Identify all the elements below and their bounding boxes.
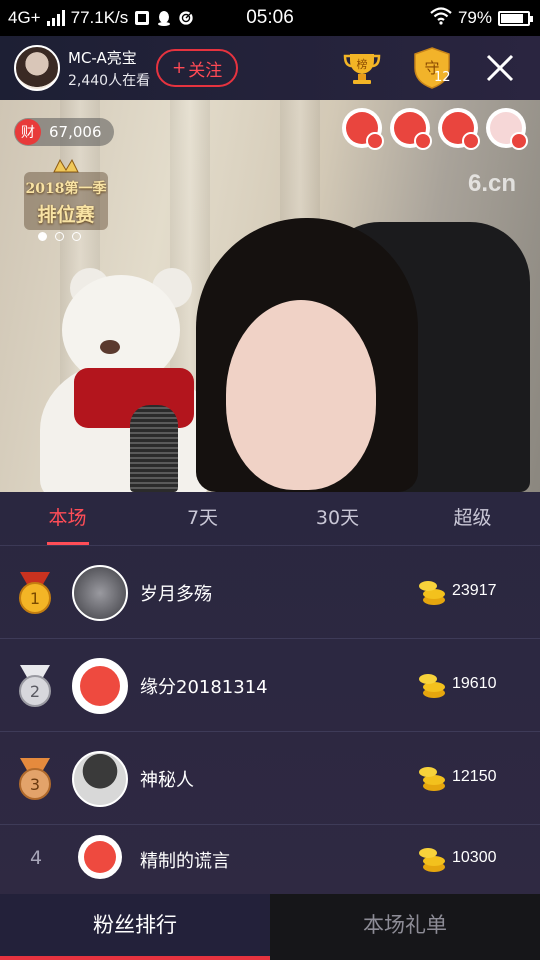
host-info[interactable]: MC-A亮宝 2,440人在看 xyxy=(68,47,150,90)
seat-badge-icon xyxy=(462,132,480,150)
mascot-face-icon xyxy=(84,841,116,873)
carousel-dot[interactable] xyxy=(38,232,47,241)
carousel-dots xyxy=(38,232,81,241)
silver-medal-icon: 2 xyxy=(19,665,51,707)
live-video[interactable]: 财 67,006 2018第一季 排位赛 6.cn xyxy=(0,100,540,492)
bronze-medal-icon: 3 xyxy=(19,758,51,800)
tab-fan-ranking[interactable]: 粉丝排行 xyxy=(0,894,270,960)
user-name: 岁月多殇 xyxy=(140,584,212,605)
viewer-avatar[interactable] xyxy=(342,108,384,150)
event-title[interactable]: 2018第一季 xyxy=(22,178,110,198)
user-avatar[interactable] xyxy=(72,565,128,621)
wifi-icon xyxy=(430,6,452,30)
wealth-counter[interactable]: 财 67,006 xyxy=(14,118,114,146)
trophy-icon[interactable]: 榜 xyxy=(342,50,382,86)
seat-badge-icon xyxy=(366,132,384,150)
trophy-label: 榜 xyxy=(357,57,368,71)
user-avatar[interactable] xyxy=(78,835,122,879)
viewer-avatar[interactable] xyxy=(486,108,528,150)
score: 12150 xyxy=(452,768,497,785)
mascot-face-icon xyxy=(80,666,120,706)
status-bar: 4G+ 77.1K/s 05:06 79% xyxy=(0,0,540,36)
tab-7days[interactable]: 7天 xyxy=(135,492,270,545)
follow-label: 关注 xyxy=(188,60,223,81)
tab-gift-list[interactable]: 本场礼单 xyxy=(270,894,540,960)
score: 10300 xyxy=(452,849,497,866)
ranking-row[interactable]: 4 精制的谎言 10300 xyxy=(0,825,540,894)
viewer-count: 2,440人在看 xyxy=(68,72,151,89)
coin-stack-icon xyxy=(419,674,445,698)
bottom-tab-bar: 粉丝排行 本场礼单 xyxy=(0,894,540,960)
battery-percent: 79% xyxy=(457,8,492,27)
host-name: MC-A亮宝 xyxy=(68,48,137,67)
user-name: 神秘人 xyxy=(140,770,194,791)
teddy-bear-nose xyxy=(100,340,120,354)
rank-number: 3 xyxy=(30,775,40,794)
battery-icon xyxy=(498,10,533,26)
coin-stack-icon xyxy=(419,767,445,791)
rank-number: 2 xyxy=(30,682,40,701)
viewer-avatar-list xyxy=(342,108,528,150)
seat-badge-icon xyxy=(510,132,528,150)
ranking-row[interactable]: 1 岁月多殇 23917 xyxy=(0,546,540,639)
coin-stack-icon xyxy=(419,848,445,872)
tab-30days[interactable]: 30天 xyxy=(270,492,405,545)
host-avatar[interactable] xyxy=(14,45,60,91)
close-icon[interactable] xyxy=(482,50,518,86)
coin-stack-icon xyxy=(419,581,445,605)
guard-count: 12 xyxy=(434,70,451,85)
score: 19610 xyxy=(452,675,497,692)
ranking-panel: 本场 7天 30天 超级 1 岁月多殇 23917 2 缘分20181314 1… xyxy=(0,492,540,894)
tab-current[interactable]: 本场 xyxy=(0,492,135,545)
user-name: 缘分20181314 xyxy=(140,677,268,698)
ranking-row[interactable]: 3 神秘人 12150 xyxy=(0,732,540,825)
watermark: 6.cn xyxy=(467,170,516,197)
carousel-dot[interactable] xyxy=(55,232,64,241)
rank-number: 4 xyxy=(30,847,43,869)
wealth-icon: 财 xyxy=(15,119,41,145)
wealth-value: 67,006 xyxy=(49,123,102,141)
user-name: 精制的谎言 xyxy=(140,851,230,872)
microphone xyxy=(130,405,178,492)
event-subtitle[interactable]: 排位赛 xyxy=(22,200,110,227)
viewer-avatar[interactable] xyxy=(438,108,480,150)
ranking-row[interactable]: 2 缘分20181314 19610 xyxy=(0,639,540,732)
seat-badge-icon xyxy=(414,132,432,150)
user-avatar[interactable] xyxy=(72,658,128,714)
score: 23917 xyxy=(452,582,497,599)
carousel-dot[interactable] xyxy=(72,232,81,241)
user-avatar[interactable] xyxy=(72,751,128,807)
live-header: MC-A亮宝 2,440人在看 + 关注 榜 守 12 xyxy=(0,36,540,100)
tab-super[interactable]: 超级 xyxy=(405,492,540,545)
plus-icon: + xyxy=(171,58,187,78)
rank-number: 1 xyxy=(30,589,40,608)
gold-medal-icon: 1 xyxy=(19,572,51,614)
viewer-avatar[interactable] xyxy=(390,108,432,150)
streamer-face xyxy=(226,300,376,490)
period-tabs: 本场 7天 30天 超级 xyxy=(0,492,540,546)
follow-button[interactable]: + 关注 xyxy=(156,49,239,87)
